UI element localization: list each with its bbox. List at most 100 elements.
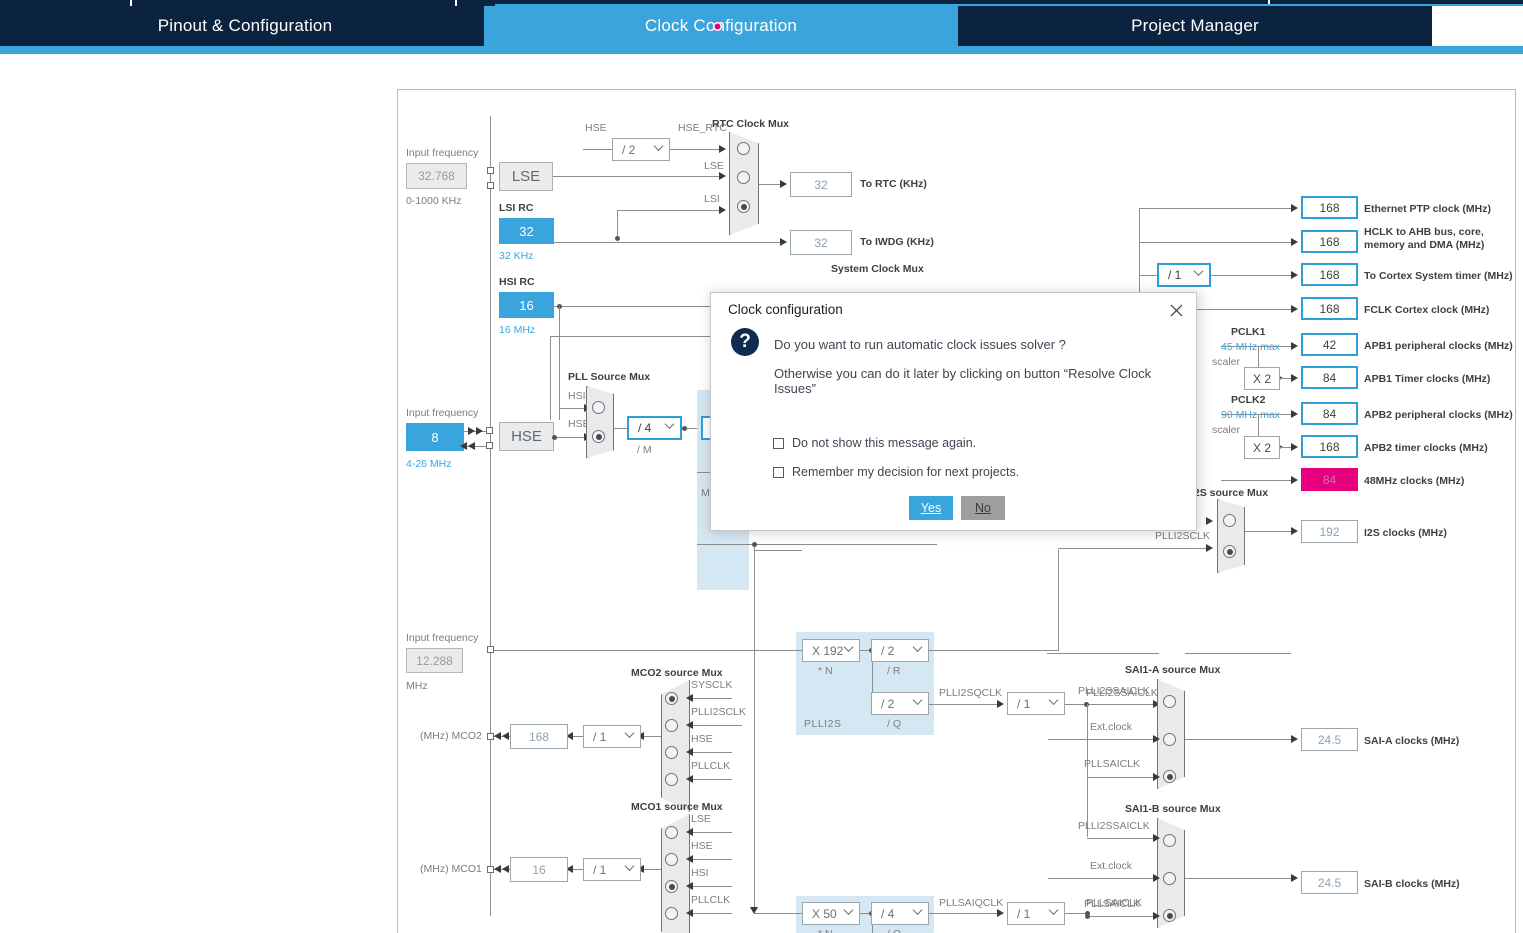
output-cortex-systimer-value[interactable]: 168 — [1301, 263, 1358, 286]
mco1-mux-option-hsi[interactable] — [665, 880, 678, 893]
hse-input-frequency-field[interactable]: 8 — [406, 423, 464, 451]
to-iwdg-label: To IWDG (KHz) — [860, 236, 934, 248]
lsi-rc-unit: 32 KHz — [499, 250, 534, 262]
pllsai-q-output-divider-select[interactable]: / 1 — [1007, 902, 1065, 925]
tab-pinout-configuration[interactable]: Pinout & Configuration — [6, 6, 484, 46]
mco1-mux-input-hsi-label: HSI — [691, 867, 709, 879]
output-hclk-label: HCLK to AHB bus, core, memory and DMA (M… — [1364, 226, 1485, 251]
mco2-mux-option-pllclk[interactable] — [665, 773, 678, 786]
mco2-label: (MHz) MCO2 — [420, 730, 482, 742]
sai1b-mux-option-ext-clock[interactable] — [1163, 872, 1176, 885]
remember-decision-label: Remember my decision for next projects. — [792, 465, 1020, 479]
output-apb2-peripheral-label: APB2 peripheral clocks (MHz) — [1364, 409, 1513, 421]
output-i2s-value[interactable]: 192 — [1301, 520, 1358, 543]
output-48mhz-value[interactable]: 84 — [1301, 468, 1358, 491]
rtc-mux-option-lsi[interactable] — [737, 200, 750, 213]
sai1a-source-mux-title: SAI1-A source Mux — [1125, 664, 1221, 676]
mco2-mux-option-sysclk[interactable] — [665, 692, 678, 705]
lsi-rc-value[interactable]: 32 — [499, 218, 554, 244]
hse-rtc-divider-select[interactable]: / 2 — [612, 138, 670, 161]
lse-oscillator-block[interactable]: LSE — [499, 162, 553, 191]
rtc-mux-input-lsi-label: LSI — [704, 193, 720, 205]
rtc-mux-option-lse[interactable] — [737, 171, 750, 184]
plli2s-r-select[interactable]: / 2 — [871, 639, 929, 662]
i2s-input-frequency-unit: MHz — [406, 680, 428, 692]
plli2s-r-value: / 2 — [881, 643, 895, 658]
mco2-source-mux-title: MCO2 source Mux — [631, 667, 723, 679]
do-not-show-again-checkbox-row[interactable]: Do not show this message again. — [773, 436, 976, 450]
pll-m-divider-select[interactable]: / 4 — [627, 416, 682, 440]
sai1a-mux-option-plli2ssaiclk[interactable] — [1163, 695, 1176, 708]
pclk1-max-label: 45 MHz max — [1221, 341, 1280, 353]
i2s-mux-option-ext-clock[interactable] — [1223, 514, 1236, 527]
output-fclk-cortex-value[interactable]: 168 — [1301, 297, 1358, 320]
pll-source-mux[interactable] — [586, 386, 614, 458]
pclk1-label: PCLK1 — [1231, 326, 1266, 338]
output-sai-a-value[interactable]: 24.5 — [1301, 728, 1358, 751]
sai1b-mux-option-plli2ssaiclk[interactable] — [1163, 834, 1176, 847]
pll-mux-option-hsi[interactable] — [592, 401, 605, 414]
pll-mux-option-hse[interactable] — [592, 430, 605, 443]
tab-label: Pinout & Configuration — [157, 16, 333, 35]
output-apb2-timer-value[interactable]: 168 — [1301, 435, 1358, 458]
remember-decision-checkbox-row[interactable]: Remember my decision for next projects. — [773, 465, 1019, 479]
close-icon[interactable] — [1164, 298, 1188, 322]
hsi-rc-value[interactable]: 16 — [499, 292, 554, 318]
sai1b-mux-option-pllsaiclk[interactable] — [1163, 909, 1176, 922]
mco1-value[interactable]: 16 — [510, 857, 568, 882]
tabbar-underline — [0, 46, 1523, 54]
sai1a-mux-option-ext-clock[interactable] — [1163, 733, 1176, 746]
sai1a-mux-option-pllsaiclk[interactable] — [1163, 770, 1176, 783]
pllsai-q-select[interactable]: / 4 — [871, 902, 929, 925]
output-apb1-peripheral-value[interactable]: 42 — [1301, 333, 1358, 356]
output-ethernet-ptp-value[interactable]: 168 — [1301, 196, 1358, 219]
chevron-down-icon — [912, 904, 923, 915]
mco1-mux-option-hse[interactable] — [665, 853, 678, 866]
output-apb2-peripheral-value[interactable]: 84 — [1301, 402, 1358, 425]
output-apb1-peripheral-label: APB1 peripheral clocks (MHz) — [1364, 340, 1513, 352]
modified-dot-icon — [713, 21, 722, 31]
plli2s-q-select[interactable]: / 2 — [871, 692, 929, 715]
mco1-divider-value: / 1 — [593, 862, 607, 877]
do-not-show-again-checkbox[interactable] — [773, 437, 784, 449]
chevron-down-icon — [843, 641, 854, 652]
remember-decision-checkbox[interactable] — [773, 466, 784, 478]
output-cortex-systimer-label: To Cortex System timer (MHz) — [1364, 270, 1513, 282]
plli2s-q-sublabel: / Q — [887, 718, 902, 730]
hse-rtc-divider-value: / 2 — [622, 142, 636, 157]
output-fclk-cortex-label: FCLK Cortex clock (MHz) — [1364, 304, 1490, 316]
tab-project-manager[interactable]: Project Manager — [958, 6, 1432, 46]
dialog-no-button[interactable]: No — [961, 496, 1005, 520]
i2s-mux-option-plli2sclk[interactable] — [1223, 545, 1236, 558]
rtc-mux-option-hse-rtc[interactable] — [737, 142, 750, 155]
lse-input-frequency-field[interactable]: 32.768 — [406, 163, 467, 189]
mco2-divider-select[interactable]: / 1 — [583, 725, 641, 748]
i2s-source-mux[interactable] — [1217, 499, 1245, 573]
dialog-yes-button[interactable]: Yes — [909, 496, 953, 520]
cortex-systick-divider-select[interactable]: / 1 — [1157, 263, 1211, 287]
mco2-mux-input-plli2sclk-label: PLLI2SCLK — [691, 706, 746, 718]
plli2s-n-select[interactable]: X 192 — [802, 639, 860, 662]
pllsai-n-select[interactable]: X 50 — [802, 902, 860, 925]
mco2-mux-input-pllclk-label: PLLCLK — [691, 760, 731, 772]
mco1-mux-option-pllclk[interactable] — [665, 907, 678, 920]
output-hclk-value[interactable]: 168 — [1301, 230, 1358, 253]
i2s-input-frequency-field[interactable]: 12.288 — [406, 648, 463, 673]
pllsai-q-output-divider-value: / 1 — [1017, 906, 1031, 921]
output-sai-b-value[interactable]: 24.5 — [1301, 871, 1358, 894]
mco1-mux-option-lse[interactable] — [665, 826, 678, 839]
mco2-mux-option-hse[interactable] — [665, 746, 678, 759]
mco2-mux-option-plli2sclk[interactable] — [665, 719, 678, 732]
to-rtc-value[interactable]: 32 — [790, 172, 852, 197]
chevron-down-icon — [1193, 266, 1204, 276]
hse-oscillator-block[interactable]: HSE — [499, 422, 554, 451]
pll-panel-label-partial: M — [701, 487, 710, 499]
output-48mhz-label: 48MHz clocks (MHz) — [1364, 475, 1465, 487]
output-apb1-timer-value[interactable]: 84 — [1301, 366, 1358, 389]
to-iwdg-value[interactable]: 32 — [790, 230, 852, 255]
tab-clock-configuration[interactable]: Clock Configuration — [484, 6, 958, 46]
plli2s-q-output-divider-select[interactable]: / 1 — [1007, 692, 1065, 715]
mco2-value[interactable]: 168 — [510, 724, 568, 749]
mco1-divider-select[interactable]: / 1 — [583, 858, 641, 881]
pll-m-sublabel: / M — [637, 444, 652, 456]
